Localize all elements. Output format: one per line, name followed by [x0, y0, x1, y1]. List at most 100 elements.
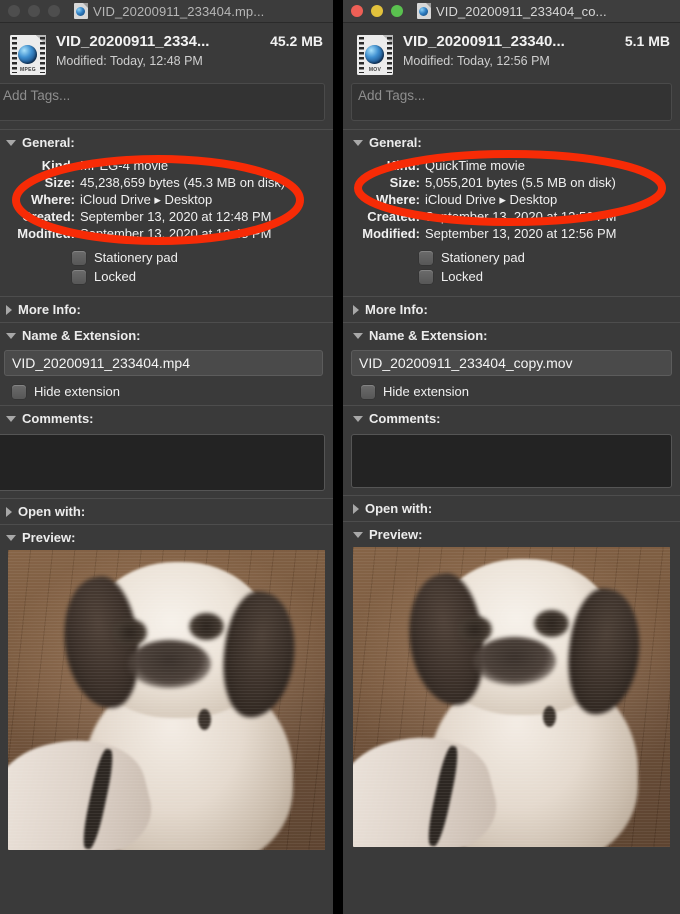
disclosure-triangle-closed-icon[interactable] — [353, 304, 359, 315]
row-value: iCloud Drive ▸ Desktop — [425, 192, 558, 207]
section-name-extension-right[interactable]: Name & Extension: — [343, 323, 680, 348]
section-comments-left[interactable]: Comments: — [0, 406, 333, 431]
section-preview-left[interactable]: Preview: — [0, 525, 333, 550]
stationery-pad-checkbox[interactable] — [419, 250, 433, 265]
tags-field-left[interactable]: Add Tags... — [0, 83, 325, 121]
disclosure-triangle-closed-icon[interactable] — [6, 304, 12, 315]
section-label: Comments: — [22, 411, 94, 426]
general-checkboxes-left: Stationery pad Locked — [4, 242, 325, 290]
row-value: September 13, 2020 at 12:56 PM — [425, 226, 617, 241]
section-label: Name & Extension: — [369, 328, 488, 343]
hide-extension-checkbox[interactable] — [12, 384, 26, 399]
row-label: Size: — [44, 175, 75, 190]
file-header-text-left: VID_20200911_2334... 45.2 MB Modified: T… — [56, 33, 323, 68]
name-extension-body-right: VID_20200911_233404_copy.mov Hide extens… — [343, 348, 680, 405]
file-header-left: MPEG VID_20200911_2334... 45.2 MB Modifi… — [0, 23, 333, 83]
section-more-info-right[interactable]: More Info: — [343, 297, 680, 322]
disclosure-triangle-open-icon[interactable] — [353, 531, 363, 538]
locked-label: Locked — [441, 269, 483, 284]
table-row: Where: iCloud Drive ▸ Desktop — [349, 191, 672, 208]
stationery-pad-row[interactable]: Stationery pad — [419, 250, 672, 265]
minimize-button[interactable] — [371, 5, 383, 17]
section-open-with-left[interactable]: Open with: — [0, 499, 333, 524]
section-name-extension-left[interactable]: Name & Extension: — [0, 323, 333, 348]
locked-row[interactable]: Locked — [72, 269, 325, 284]
filename-input-right[interactable]: VID_20200911_233404_copy.mov — [351, 350, 672, 376]
row-value: September 13, 2020 at 12:48 PM — [80, 226, 272, 241]
hide-extension-label: Hide extension — [383, 384, 469, 399]
disclosure-triangle-open-icon[interactable] — [353, 415, 363, 422]
section-general-right[interactable]: General: — [343, 130, 680, 155]
titlebar-left[interactable]: VID_20200911_233404.mp... — [0, 0, 333, 23]
section-label: General: — [22, 135, 75, 150]
section-comments-right[interactable]: Comments: — [343, 406, 680, 431]
section-label: Preview: — [22, 530, 76, 545]
stationery-pad-row[interactable]: Stationery pad — [72, 250, 325, 265]
row-value: September 13, 2020 at 12:56 PM — [425, 209, 617, 224]
locked-row[interactable]: Locked — [419, 269, 672, 284]
filename-input-left[interactable]: VID_20200911_233404.mp4 — [4, 350, 323, 376]
table-row: Where: iCloud Drive ▸ Desktop — [4, 191, 325, 208]
row-value: iCloud Drive ▸ Desktop — [80, 192, 213, 207]
window-title-left: VID_20200911_233404.mp... — [93, 3, 265, 19]
row-value: MPEG-4 movie — [80, 158, 169, 173]
disclosure-triangle-open-icon[interactable] — [6, 534, 16, 541]
info-window-left: VID_20200911_233404.mp... MPEG VID_20200… — [0, 0, 333, 914]
disclosure-triangle-closed-icon[interactable] — [353, 503, 359, 514]
comments-input-left[interactable] — [0, 434, 325, 491]
file-modified-left: Modified: Today, 12:48 PM — [56, 54, 203, 68]
hide-extension-row-left[interactable]: Hide extension — [4, 384, 323, 399]
window-title-right: VID_20200911_233404_co... — [436, 3, 607, 19]
locked-checkbox[interactable] — [72, 269, 86, 284]
tags-placeholder: Add Tags... — [358, 88, 426, 103]
row-label: Where: — [30, 192, 75, 207]
window-controls-right — [343, 5, 403, 17]
section-more-info-left[interactable]: More Info: — [0, 297, 333, 322]
row-label: Kind: — [386, 158, 420, 173]
comments-body-right — [343, 431, 680, 495]
file-size-right: 5.1 MB — [624, 33, 670, 49]
tags-placeholder: Add Tags... — [3, 88, 71, 103]
locked-checkbox[interactable] — [419, 269, 433, 284]
section-label: Name & Extension: — [22, 328, 141, 343]
disclosure-triangle-open-icon[interactable] — [6, 415, 16, 422]
disclosure-triangle-open-icon[interactable] — [6, 139, 16, 146]
hide-extension-row-right[interactable]: Hide extension — [351, 384, 672, 399]
row-value: QuickTime movie — [425, 158, 525, 173]
window-gap — [333, 0, 343, 914]
row-label: Modified: — [17, 226, 75, 241]
close-button[interactable] — [351, 5, 363, 17]
row-value: 45,238,659 bytes (45.3 MB on disk) — [80, 175, 286, 190]
preview-body-left — [0, 550, 333, 850]
table-row: Kind: QuickTime movie — [349, 157, 672, 174]
mov-document-icon — [417, 3, 431, 19]
file-size-left: 45.2 MB — [270, 33, 323, 49]
name-extension-body-left: VID_20200911_233404.mp4 Hide extension — [0, 348, 333, 405]
disclosure-triangle-open-icon[interactable] — [6, 332, 16, 339]
row-label: Modified: — [362, 226, 420, 241]
close-button[interactable] — [8, 5, 20, 17]
maximize-button[interactable] — [391, 5, 403, 17]
minimize-button[interactable] — [28, 5, 40, 17]
section-general-left[interactable]: General: — [0, 130, 333, 155]
disclosure-triangle-open-icon[interactable] — [353, 332, 363, 339]
mpeg-document-icon — [74, 3, 88, 19]
disclosure-triangle-closed-icon[interactable] — [6, 506, 12, 517]
file-header-text-right: VID_20200911_23340... 5.1 MB Modified: T… — [403, 33, 670, 68]
tags-field-right[interactable]: Add Tags... — [351, 83, 672, 121]
general-body-left: Kind: MPEG-4 movie Size: 45,238,659 byte… — [0, 155, 333, 296]
icon-format-label: MOV — [368, 67, 382, 73]
titlebar-right[interactable]: VID_20200911_233404_co... — [343, 0, 680, 23]
stationery-pad-checkbox[interactable] — [72, 250, 86, 265]
stationery-pad-label: Stationery pad — [441, 250, 525, 265]
comments-input-right[interactable] — [351, 434, 672, 488]
section-open-with-right[interactable]: Open with: — [343, 496, 680, 521]
disclosure-triangle-open-icon[interactable] — [353, 139, 363, 146]
section-label: More Info: — [365, 302, 428, 317]
screen: VID_20200911_233404.mp... MPEG VID_20200… — [0, 0, 680, 914]
maximize-button[interactable] — [48, 5, 60, 17]
file-modified-right: Modified: Today, 12:56 PM — [403, 54, 550, 68]
section-preview-right[interactable]: Preview: — [343, 522, 680, 547]
hide-extension-checkbox[interactable] — [361, 384, 375, 399]
locked-label: Locked — [94, 269, 136, 284]
